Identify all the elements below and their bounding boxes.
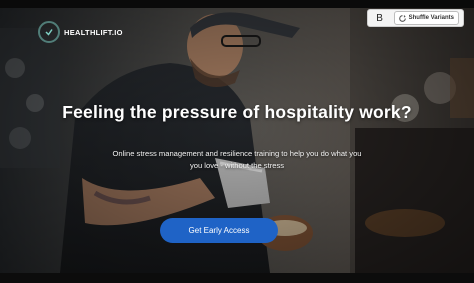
logo-icon xyxy=(38,21,60,43)
shuffle-icon xyxy=(398,14,406,22)
bottom-edge-bar xyxy=(0,273,474,283)
shuffle-variants-label: Shuffle Variants xyxy=(408,15,454,21)
hero-subtext-line-2: you love - without the stress xyxy=(189,161,285,170)
variant-toolbar: B Shuffle Variants xyxy=(366,9,464,27)
hero-section: HEALTHLIFT.IO Feeling the pressure of ho… xyxy=(0,8,474,273)
brand-name: HEALTHLIFT.IO xyxy=(64,27,123,37)
brand-logo[interactable]: HEALTHLIFT.IO xyxy=(38,20,123,44)
hero-subtext: Online stress management and resilience … xyxy=(72,148,402,172)
hero-subtext-line-1: Online stress management and resilience … xyxy=(112,149,362,158)
hero-headline: Feeling the pressure of hospitality work… xyxy=(62,102,412,122)
bold-button[interactable]: B xyxy=(372,13,388,24)
shuffle-variants-button[interactable]: Shuffle Variants xyxy=(393,11,459,25)
get-early-access-button[interactable]: Get Early Access xyxy=(160,218,278,243)
